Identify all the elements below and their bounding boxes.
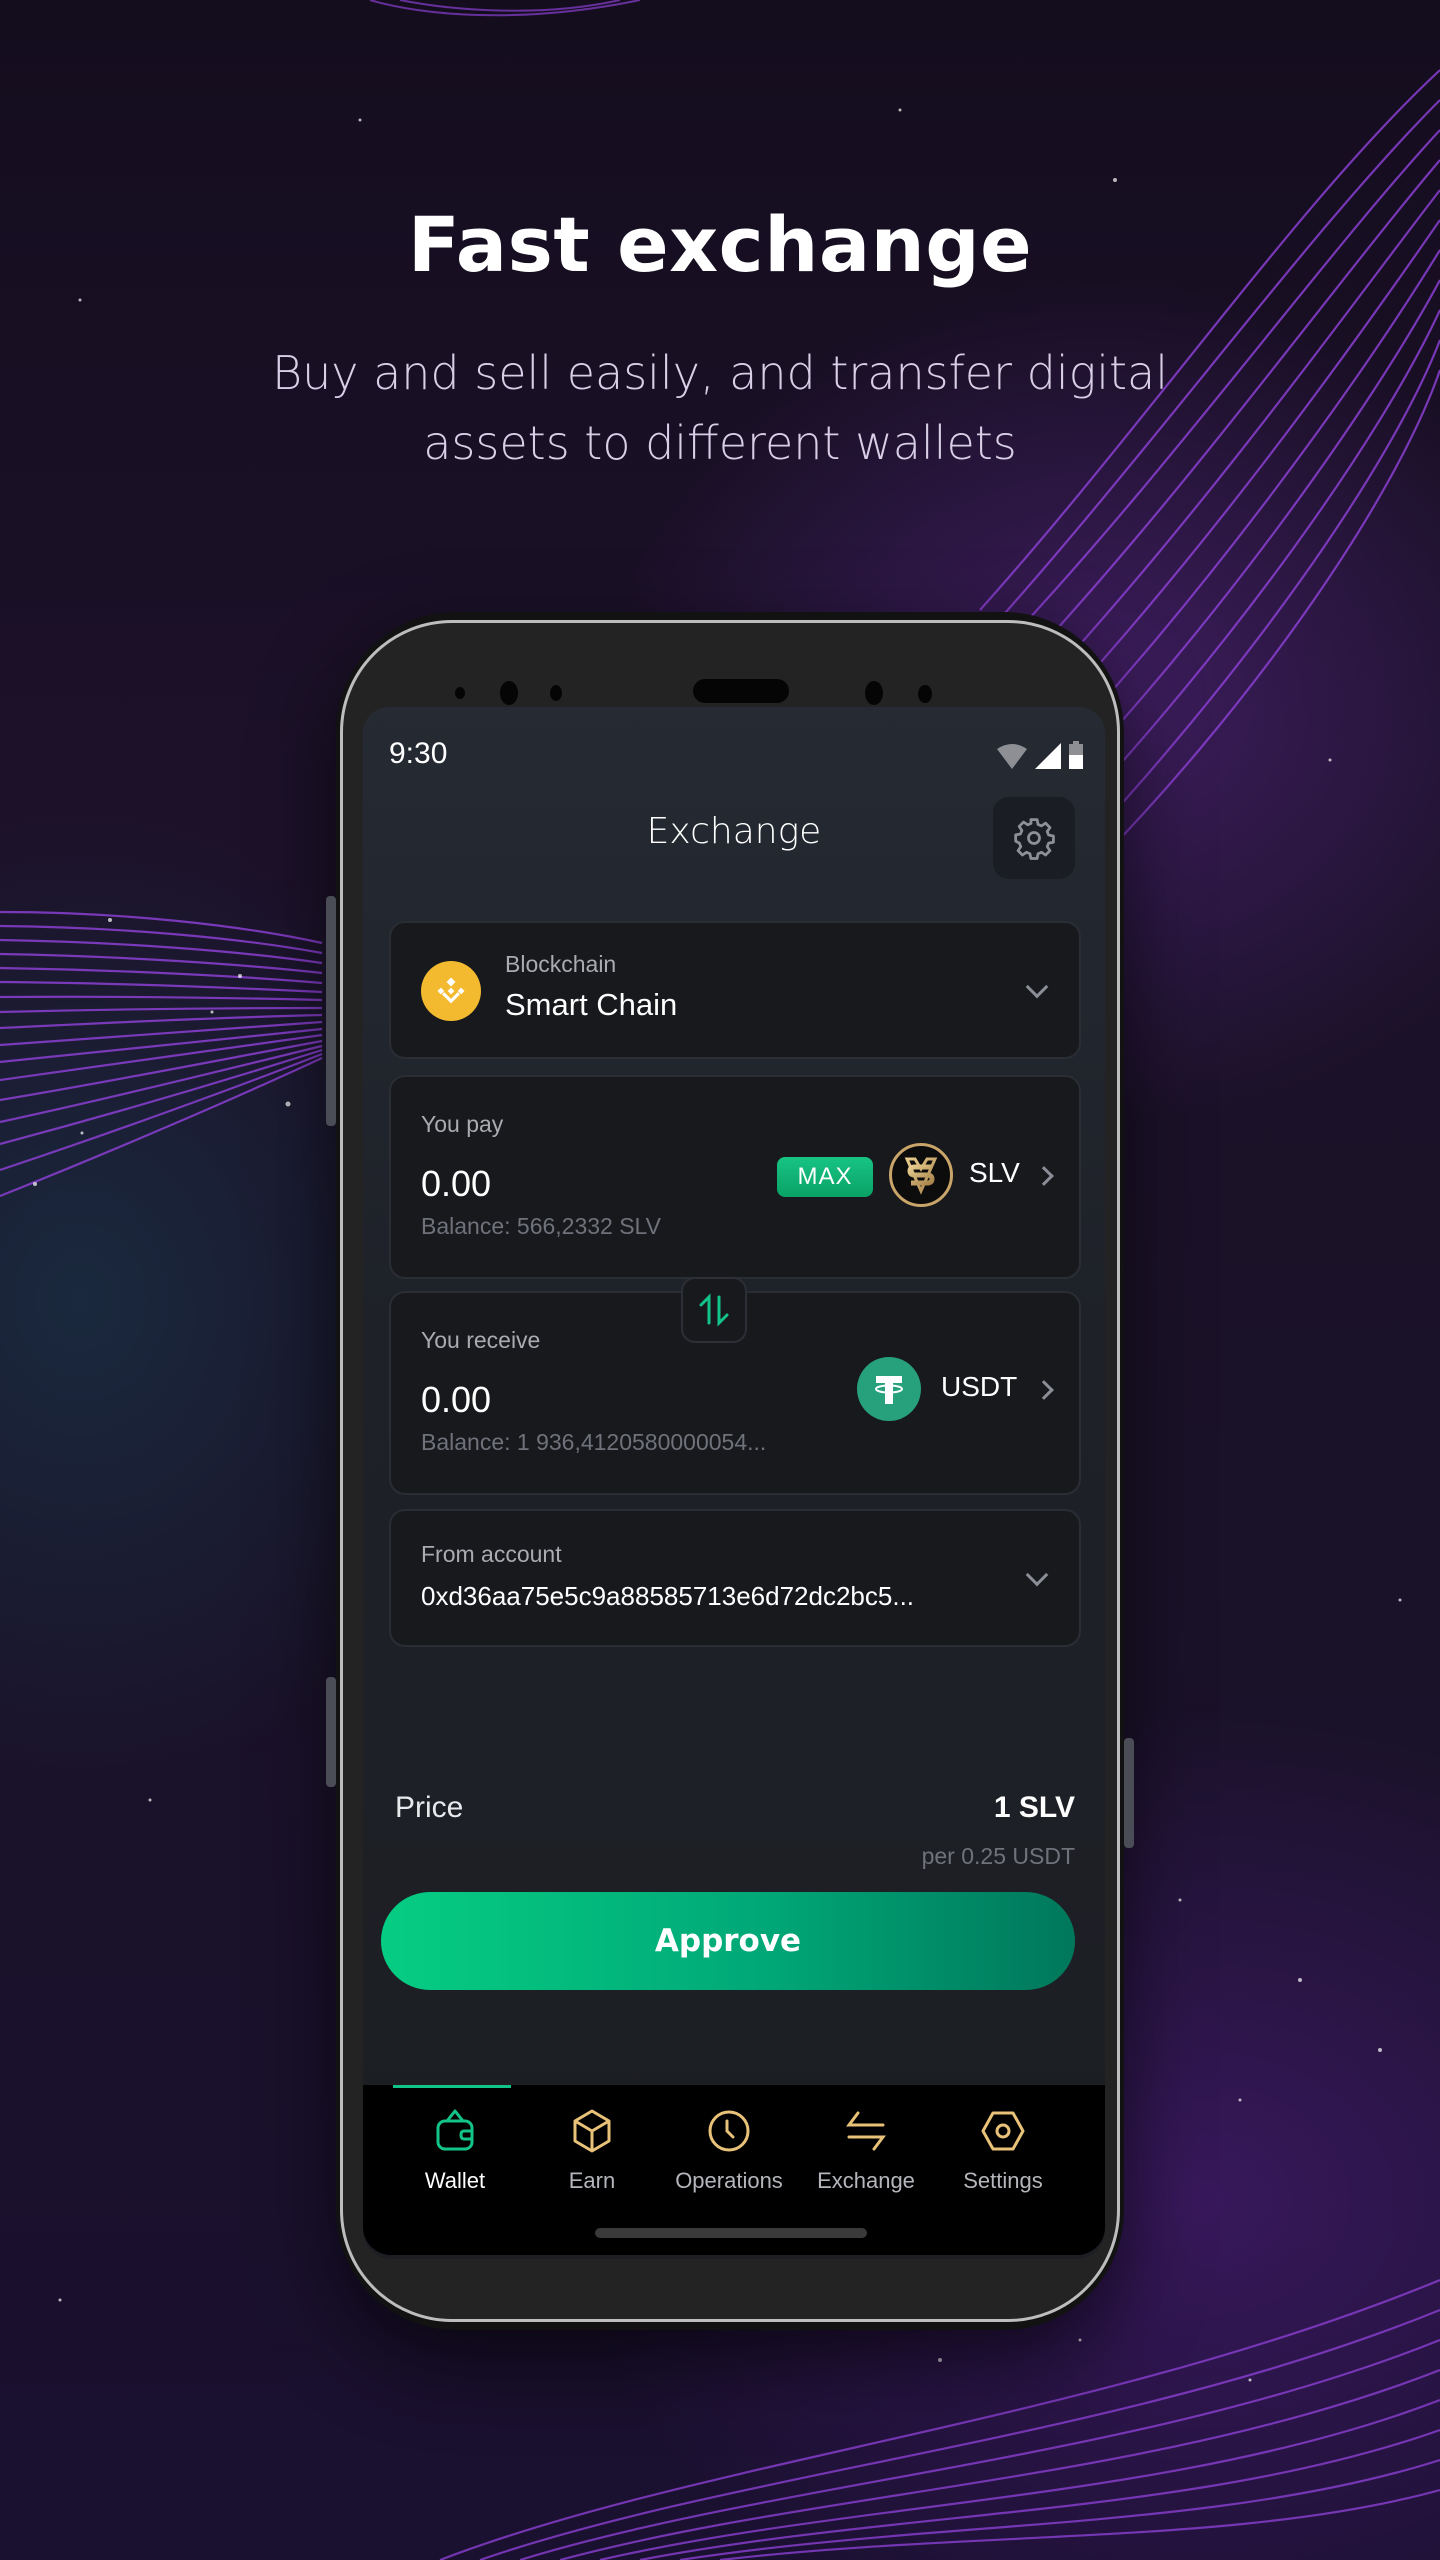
- hero-title: Fast exchange: [407, 200, 1033, 289]
- price-label: Price: [395, 1791, 464, 1824]
- status-time: 9:30: [389, 737, 448, 770]
- nav-label: Settings: [963, 2168, 1043, 2193]
- receive-label: You receive: [421, 1327, 541, 1353]
- signal-icon: [1035, 743, 1061, 769]
- nav-item-exchange[interactable]: Exchange: [797, 2107, 935, 2194]
- wave-lines-left: [0, 910, 323, 1198]
- sensor-dot: [550, 685, 562, 701]
- price-value: 1 SLV: [993, 1791, 1075, 1824]
- sensor-dot: [455, 687, 465, 699]
- blockchain-label: Blockchain: [505, 951, 617, 977]
- slv-token-icon: [889, 1143, 953, 1207]
- exchange-arrows-icon: [846, 2111, 886, 2151]
- blockchain-selector[interactable]: Blockchain Smart Chain: [389, 921, 1081, 1059]
- nav-active-indicator: [393, 2085, 511, 2088]
- nav-label: Exchange: [817, 2168, 915, 2193]
- nav-label: Earn: [568, 2168, 616, 2193]
- pay-token-symbol: SLV: [969, 1157, 1020, 1188]
- phone-sensors: [343, 663, 1117, 705]
- status-bar: 9:30: [363, 737, 1105, 777]
- chevron-right-icon: [1034, 1380, 1054, 1400]
- bottom-nav: Wallet Earn Operations Exchange Settings: [363, 2085, 1105, 2255]
- status-icons: [997, 741, 1083, 769]
- power-button-left: [326, 1677, 336, 1787]
- chevron-down-icon: [1025, 1563, 1049, 1587]
- earpiece-speaker: [693, 679, 789, 703]
- wave-lines-top: [369, 0, 641, 17]
- blockchain-value: Smart Chain: [505, 987, 678, 1022]
- tether-icon: [857, 1357, 921, 1421]
- front-camera-2: [865, 681, 883, 705]
- pay-card: You pay 0.00 Balance: 566,2332 SLV MAX S…: [389, 1075, 1081, 1279]
- nav-item-wallet[interactable]: Wallet: [386, 2107, 524, 2194]
- from-account-selector[interactable]: From account 0xd36aa75e5c9a88585713e6d72…: [389, 1509, 1081, 1647]
- from-account-label: From account: [421, 1541, 562, 1567]
- app-screen: 9:30 Exchange Blockchain Smart Chain You…: [363, 707, 1105, 2259]
- chevron-right-icon: [1034, 1166, 1054, 1186]
- max-button[interactable]: MAX: [777, 1157, 873, 1197]
- clock-icon: [708, 2110, 750, 2152]
- hero-subtitle: Buy and sell easily, and transfer digita…: [271, 346, 1169, 470]
- cube-icon: [573, 2109, 611, 2153]
- nav-label: Operations: [675, 2168, 783, 2193]
- from-account-value: 0xd36aa75e5c9a88585713e6d72dc2bc5...: [421, 1581, 915, 1611]
- volume-button: [326, 896, 336, 1126]
- receive-token-symbol: USDT: [941, 1371, 1018, 1402]
- receive-amount: 0.00: [421, 1379, 492, 1420]
- settings-button[interactable]: [993, 797, 1075, 879]
- sensor-dot: [918, 685, 932, 703]
- pay-amount-input[interactable]: 0.00: [421, 1163, 491, 1205]
- swap-arrows-icon: [699, 1293, 729, 1327]
- gear-icon: [1014, 818, 1055, 860]
- receive-balance: Balance: 1 936,4120580000054...: [421, 1429, 767, 1455]
- front-camera: [500, 681, 518, 705]
- price-sub: per 0.25 USDT: [921, 1843, 1075, 1869]
- nav-item-settings[interactable]: Settings: [934, 2107, 1072, 2194]
- phone-bezel: 9:30 Exchange Blockchain Smart Chain You…: [340, 620, 1120, 2322]
- nav-label: Wallet: [424, 2168, 486, 2193]
- pay-balance: Balance: 566,2332 SLV: [421, 1213, 661, 1239]
- pay-token-selector[interactable]: SLV: [889, 1141, 1069, 1211]
- side-button-right: [1124, 1738, 1134, 1848]
- swap-direction-button[interactable]: [681, 1277, 747, 1343]
- wifi-icon: [997, 744, 1027, 769]
- pay-label: You pay: [421, 1111, 504, 1137]
- phone-frame: 9:30 Exchange Blockchain Smart Chain You…: [326, 612, 1134, 2330]
- nav-item-operations[interactable]: Operations: [660, 2107, 798, 2194]
- receive-token-selector[interactable]: USDT: [857, 1355, 1069, 1425]
- home-indicator[interactable]: [595, 2228, 867, 2238]
- battery-icon: [1069, 741, 1083, 769]
- bnb-icon: [421, 961, 481, 1021]
- approve-button[interactable]: Approve: [381, 1892, 1075, 1990]
- chevron-down-icon: [1025, 975, 1049, 999]
- nav-item-earn[interactable]: Earn: [523, 2107, 661, 2194]
- wallet-icon: [436, 2109, 474, 2151]
- hex-settings-icon: [981, 2111, 1025, 2151]
